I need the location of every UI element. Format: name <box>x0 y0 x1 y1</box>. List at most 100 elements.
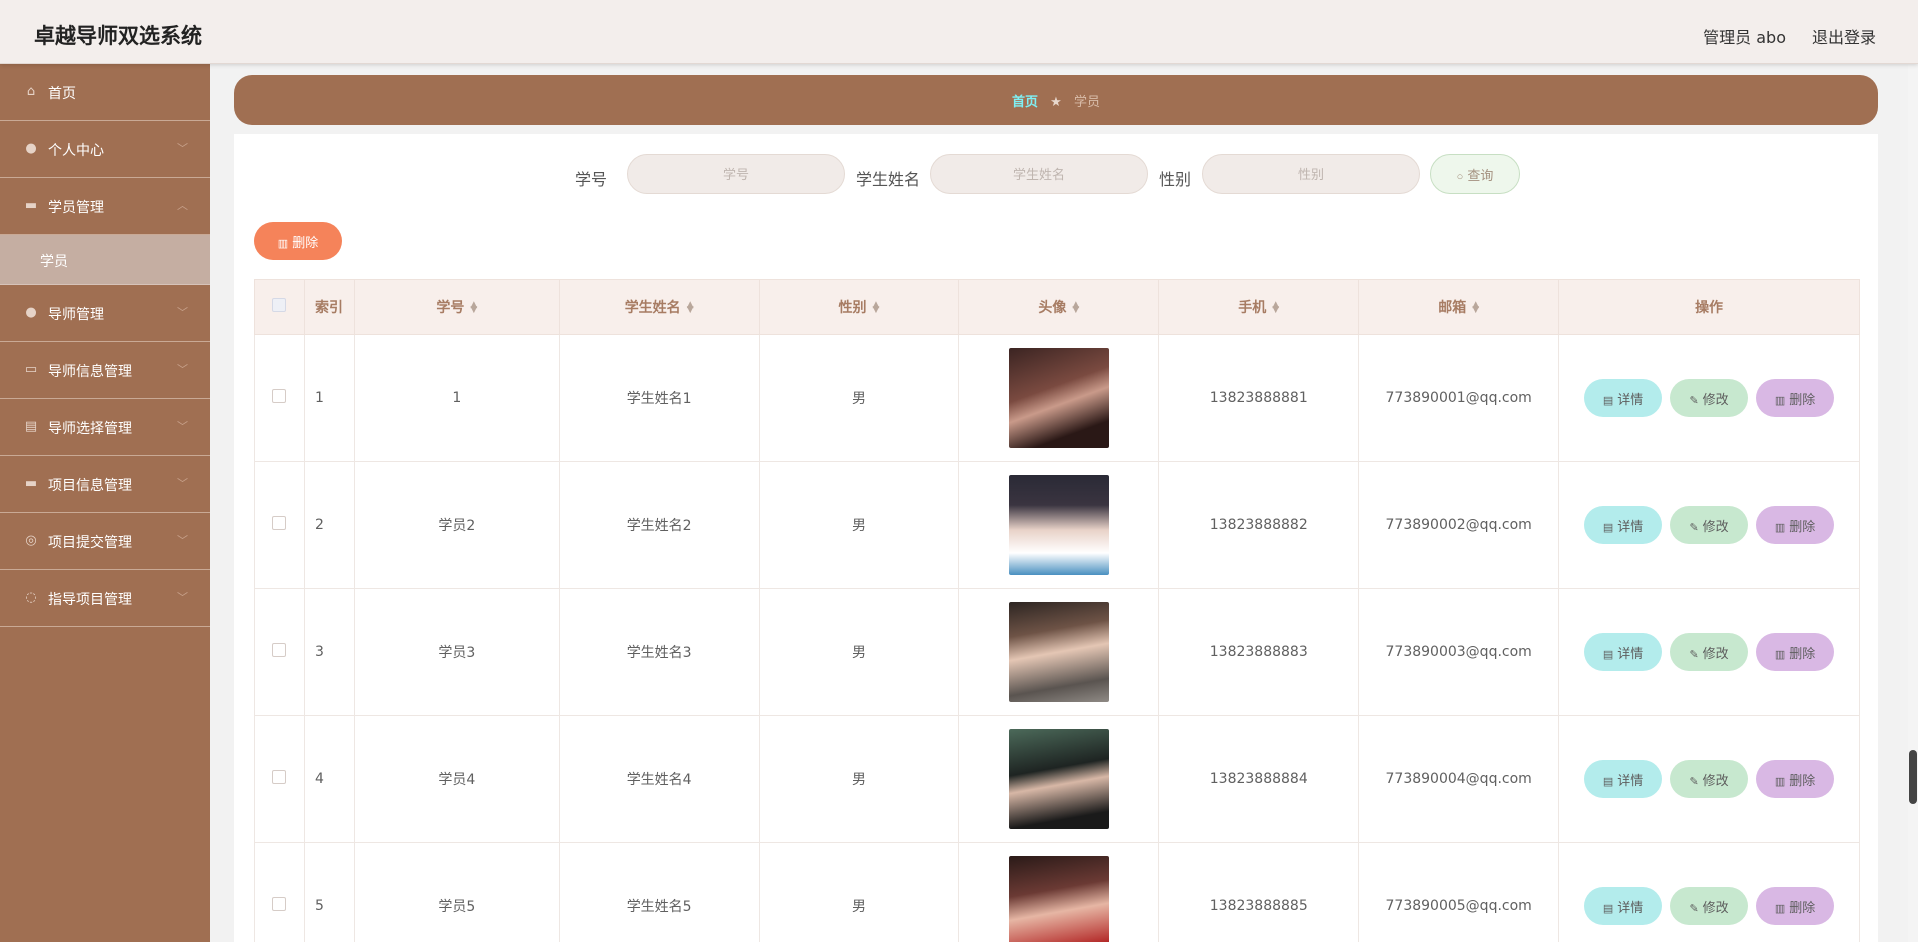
row-checkbox[interactable] <box>272 770 287 784</box>
sidebar-subitem-student[interactable]: 学员 <box>0 235 210 285</box>
scrollbar-thumb[interactable] <box>1909 750 1917 804</box>
breadcrumb-separator-icon: ★ <box>1050 95 1062 110</box>
trash-icon: ▥ <box>1774 775 1786 788</box>
cell-actions: ▤ 详情 ✎ 修改 ▥ 删除 <box>1558 842 1860 942</box>
cell-email: 773890004@qq.com <box>1358 715 1560 843</box>
header-avatar[interactable]: 头像 ▲ ▼ <box>958 279 1160 335</box>
trash-icon: ▥ <box>1774 394 1786 407</box>
edit-button[interactable]: ✎ 修改 <box>1670 633 1749 671</box>
sort-icon[interactable]: ▲ ▼ <box>687 301 694 315</box>
sidebar-item-tutor-selection[interactable]: ▤ 导师选择管理 ﹀ <box>0 399 210 456</box>
table-header-row: 索引 学号 ▲ ▼ 学生姓名 ▲ ▼ 性别 ▲ ▼ 头像 ▲ ▼ 手机 ▲ ▼ 邮箱 ▲ ▼ 操作 <box>254 279 1860 335</box>
cell-email: 773890001@qq.com <box>1358 334 1560 462</box>
chevron-down-icon: ﹀ <box>177 363 188 376</box>
select-all-checkbox-cell[interactable] <box>254 279 305 335</box>
cell-student-name: 学生姓名3 <box>558 588 760 716</box>
detail-button[interactable]: ▤ 详情 <box>1584 379 1663 417</box>
header-phone[interactable]: 手机 ▲ ▼ <box>1158 279 1360 335</box>
sidebar-item-label: 导师信息管理 <box>48 364 132 380</box>
row-checkbox-cell[interactable] <box>254 715 305 843</box>
pencil-icon: ✎ <box>1689 648 1699 661</box>
cell-email: 773890005@qq.com <box>1358 842 1560 942</box>
sort-icon[interactable]: ▲ ▼ <box>873 301 880 315</box>
document-icon: ▤ <box>1602 521 1614 534</box>
sidebar-item-home[interactable]: ⌂ 首页 <box>0 64 210 121</box>
row-checkbox-cell[interactable] <box>254 842 305 942</box>
sidebar: ⌂ 首页 ● 个人中心 ﹀ ▬ 学员管理 ︿ 学员 ● 导师管理 ﹀ ▭ 导师信… <box>0 64 210 942</box>
sort-icon[interactable]: ▲ ▼ <box>470 301 477 315</box>
document-icon: ▤ <box>1602 775 1614 788</box>
row-checkbox[interactable] <box>272 389 287 403</box>
delete-button[interactable]: ▥ 删除 <box>1756 633 1835 671</box>
query-button[interactable]: ○ 查询 <box>1430 154 1520 194</box>
cell-index: 2 <box>303 461 355 589</box>
delete-button[interactable]: ▥ 删除 <box>1756 760 1835 798</box>
detail-button[interactable]: ▤ 详情 <box>1584 633 1663 671</box>
header-student-name[interactable]: 学生姓名 ▲ ▼ <box>558 279 760 335</box>
student-name-input[interactable] <box>930 154 1148 194</box>
delete-button[interactable]: ▥ 删除 <box>1756 379 1835 417</box>
cell-gender: 男 <box>758 334 960 462</box>
chevron-down-icon: ﹀ <box>177 420 188 433</box>
search-icon: ○ <box>1456 170 1464 183</box>
cell-email: 773890002@qq.com <box>1358 461 1560 589</box>
delete-button[interactable]: ▥ 删除 <box>1756 887 1835 925</box>
avatar <box>1008 348 1109 448</box>
edit-button[interactable]: ✎ 修改 <box>1670 887 1749 925</box>
sidebar-item-tutor-info[interactable]: ▭ 导师信息管理 ﹀ <box>0 342 210 399</box>
avatar <box>1008 475 1109 575</box>
cell-student-no: 学员5 <box>353 842 560 942</box>
cell-avatar <box>958 461 1160 589</box>
student-name-label: 学生姓名 <box>856 170 921 189</box>
sort-icon[interactable]: ▲ ▼ <box>1272 301 1279 315</box>
sort-icon[interactable]: ▲ ▼ <box>1472 301 1479 315</box>
sidebar-item-project-submission[interactable]: ◎ 项目提交管理 ﹀ <box>0 513 210 570</box>
header-student-no[interactable]: 学号 ▲ ▼ <box>353 279 560 335</box>
table-row: 4 学员4 学生姓名4 男 13823888884 773890004@qq.c… <box>254 715 1860 843</box>
row-checkbox[interactable] <box>272 643 287 657</box>
sidebar-item-tutor-management[interactable]: ● 导师管理 ﹀ <box>0 285 210 342</box>
monitor-icon: ▭ <box>24 362 38 377</box>
logout-link[interactable]: 退出登录 <box>1812 24 1876 48</box>
chevron-up-icon: ︿ <box>177 199 188 212</box>
avatar <box>1008 856 1109 942</box>
page-scrollbar[interactable] <box>1908 64 1918 942</box>
detail-button[interactable]: ▤ 详情 <box>1584 760 1663 798</box>
cell-student-no: 1 <box>353 334 560 462</box>
row-checkbox-cell[interactable] <box>254 461 305 589</box>
header-gender[interactable]: 性别 ▲ ▼ <box>758 279 960 335</box>
main-area: 首页 ★ 学员 学号 学生姓名 性别 ○查询 ▥删除 索引 学号▲▼ 学生姓名▲… <box>210 64 1900 942</box>
sort-icon[interactable]: ▲ ▼ <box>1072 301 1079 315</box>
detail-button[interactable]: ▤ 详情 <box>1584 887 1663 925</box>
header-email[interactable]: 邮箱 ▲ ▼ <box>1358 279 1560 335</box>
edit-button[interactable]: ✎ 修改 <box>1670 506 1749 544</box>
edit-button[interactable]: ✎ 修改 <box>1670 760 1749 798</box>
cell-phone: 13823888882 <box>1158 461 1360 589</box>
row-checkbox-cell[interactable] <box>254 588 305 716</box>
sidebar-item-guided-projects[interactable]: ◌ 指导项目管理 ﹀ <box>0 570 210 627</box>
bulk-delete-button[interactable]: ▥ 删除 <box>254 222 342 260</box>
sidebar-item-student-management[interactable]: ▬ 学员管理 ︿ <box>0 178 210 235</box>
row-checkbox-cell[interactable] <box>254 334 305 462</box>
row-checkbox[interactable] <box>272 516 287 530</box>
trash-icon: ▥ <box>1774 902 1786 915</box>
gender-input[interactable] <box>1202 154 1420 194</box>
detail-button[interactable]: ▤ 详情 <box>1584 506 1663 544</box>
document-icon: ▤ <box>1602 394 1614 407</box>
table-row: 3 学员3 学生姓名3 男 13823888883 773890003@qq.c… <box>254 588 1860 716</box>
select-all-checkbox[interactable] <box>272 298 287 312</box>
pencil-icon: ✎ <box>1689 521 1699 534</box>
table-row: 2 学员2 学生姓名2 男 13823888882 773890002@qq.c… <box>254 461 1860 589</box>
cell-gender: 男 <box>758 842 960 942</box>
delete-button[interactable]: ▥ 删除 <box>1756 506 1835 544</box>
row-checkbox[interactable] <box>272 897 287 911</box>
sidebar-item-profile[interactable]: ● 个人中心 ﹀ <box>0 121 210 178</box>
student-no-input[interactable] <box>627 154 845 194</box>
breadcrumb-home[interactable]: 首页 <box>1012 95 1038 110</box>
cell-student-name: 学生姓名4 <box>558 715 760 843</box>
current-user: 管理员 abo <box>1703 28 1786 47</box>
breadcrumb: 首页 ★ 学员 <box>234 75 1878 125</box>
trash-icon: ▥ <box>1774 521 1786 534</box>
sidebar-item-project-info[interactable]: ▬ 项目信息管理 ﹀ <box>0 456 210 513</box>
edit-button[interactable]: ✎ 修改 <box>1670 379 1749 417</box>
